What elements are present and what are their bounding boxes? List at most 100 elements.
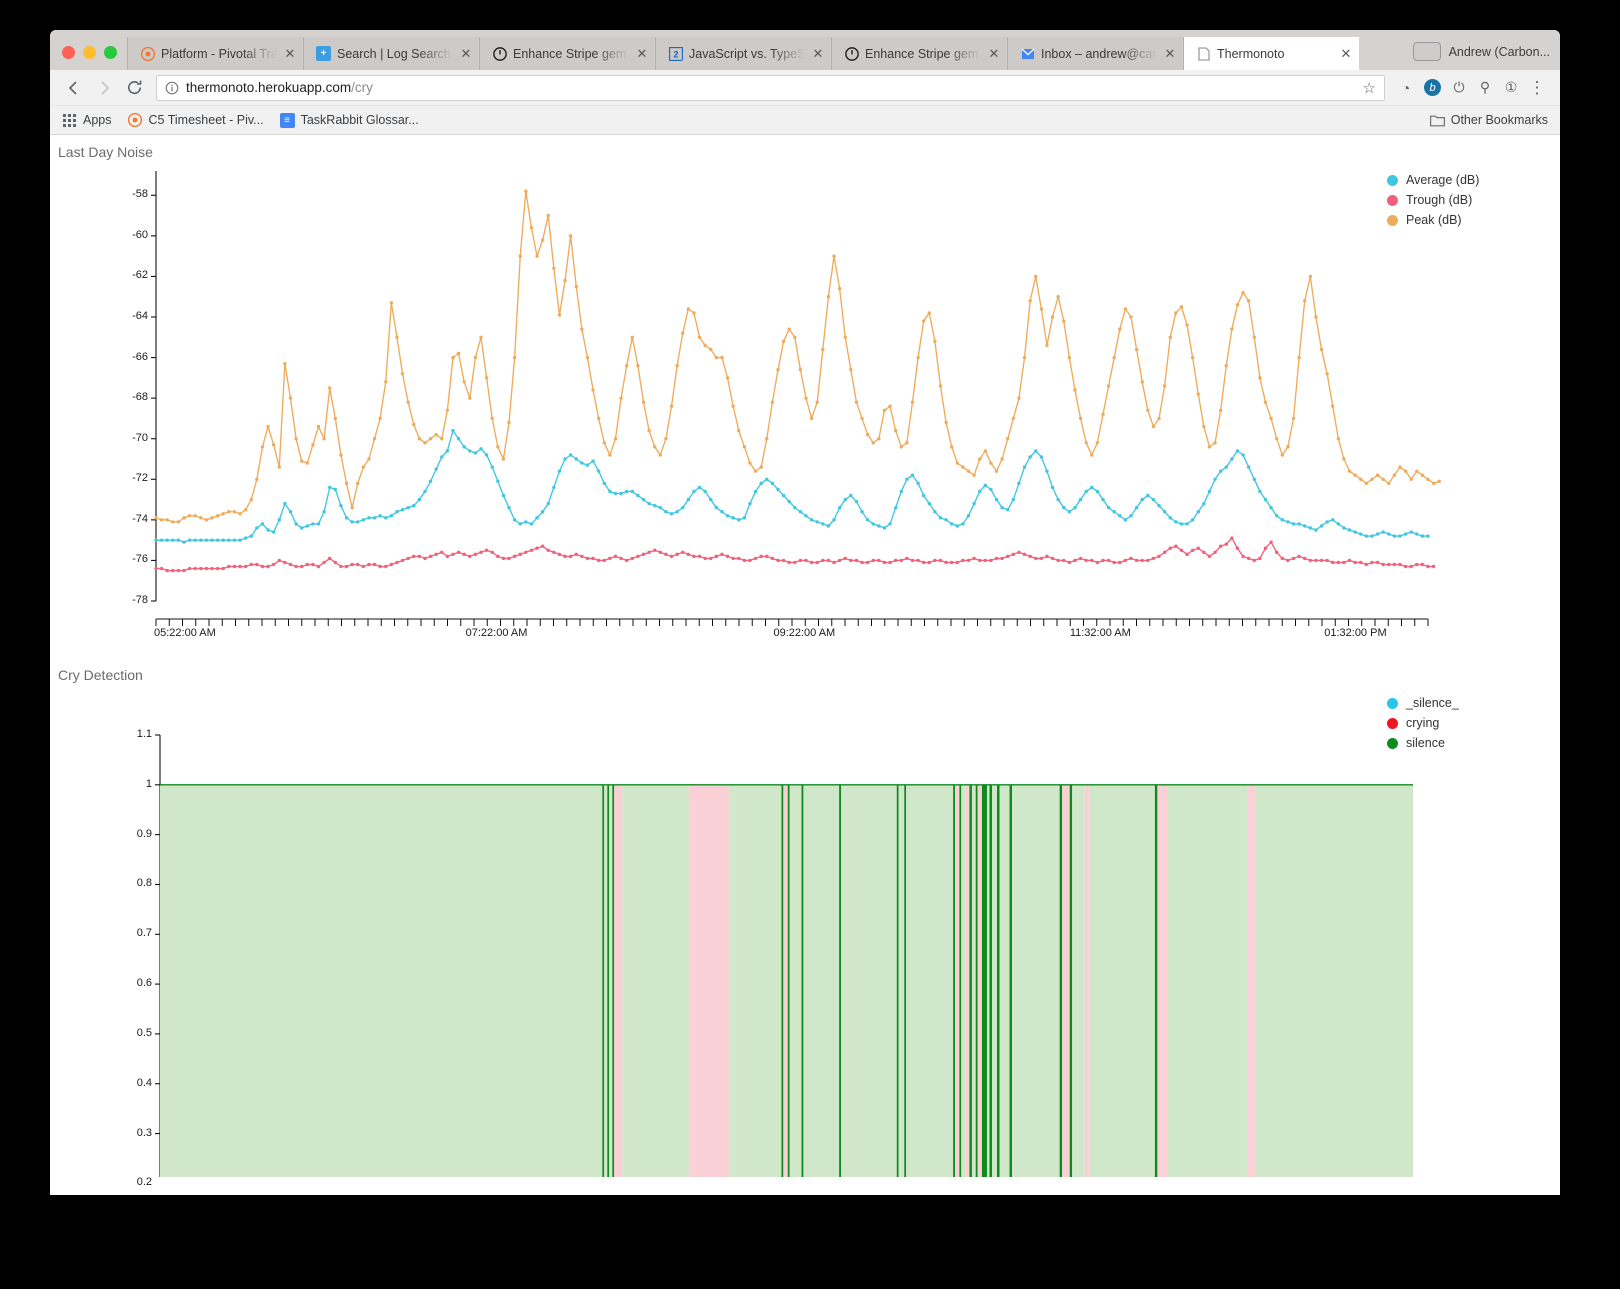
detection-band: [896, 784, 899, 1177]
chrome-menu-icon[interactable]: ⋮: [1524, 75, 1550, 101]
detection-band: [1154, 784, 1158, 1177]
profile-button[interactable]: Andrew (Carbon...: [1403, 42, 1560, 70]
x-axis-tick-label: 07:22:00 AM: [465, 627, 528, 639]
tab-title: Platform - Pivotal Trac: [161, 46, 277, 61]
y-axis-tick-label: 0.6: [136, 977, 152, 990]
maximize-window-button[interactable]: [104, 46, 117, 59]
detection-band: [1059, 784, 1063, 1177]
url-text: thermonoto.herokuapp.com/cry: [186, 80, 1356, 95]
tab-close-icon[interactable]: ✕: [1339, 47, 1353, 61]
detection-band: [614, 784, 623, 1177]
y-axis-tick-label: 1.1: [136, 728, 152, 740]
y-axis-tick-label: 0.7: [136, 927, 152, 940]
detection-band: [961, 784, 966, 1177]
detection-band: [1072, 784, 1085, 1177]
y-axis-tick-label: -74: [132, 512, 148, 525]
reload-button[interactable]: [120, 74, 148, 102]
detection-band: [977, 784, 982, 1177]
detection-band: [728, 784, 782, 1177]
detection-band: [789, 784, 802, 1177]
y-axis-tick-label: -66: [132, 350, 148, 363]
detection-band: [841, 784, 897, 1177]
bitly-extension-icon[interactable]: b: [1424, 79, 1441, 96]
bookmark-label: C5 Timesheet - Piv...: [148, 113, 264, 127]
tab-title: Enhance Stripe gem to: [865, 46, 981, 61]
svg-text:2: 2: [673, 49, 678, 59]
detection-band: [955, 784, 960, 1177]
y-axis-tick-label: -70: [132, 431, 148, 444]
browser-tab[interactable]: Inbox – andrew@carbo ✕: [1007, 37, 1183, 70]
close-window-button[interactable]: [62, 46, 75, 59]
browser-tab[interactable]: Enhance Stripe gem to ✕: [831, 37, 1007, 70]
detection-band: [1089, 784, 1155, 1177]
detection-band: [839, 784, 842, 1177]
other-bookmarks-label: Other Bookmarks: [1450, 113, 1548, 127]
detection-band: [997, 784, 1000, 1177]
detection-band: [1247, 784, 1256, 1177]
y-axis-tick-label: -58: [132, 188, 148, 201]
pivotal-tracker-icon: [140, 46, 155, 61]
back-button[interactable]: [60, 74, 88, 102]
x-axis-tick-label: 11:32:00 AM: [1069, 627, 1131, 639]
github-check-icon: [844, 46, 859, 61]
bookmark-star-icon[interactable]: ☆: [1363, 79, 1376, 97]
detection-band: [969, 784, 972, 1177]
detection-band: [981, 784, 987, 1177]
power-extension-icon[interactable]: ⏻: [1446, 75, 1472, 101]
detection-band: [991, 784, 997, 1177]
tab-title: Thermonoto: [1217, 46, 1285, 61]
info-extension-icon[interactable]: ①: [1498, 75, 1524, 101]
detection-band: [1012, 784, 1060, 1177]
detection-band: [904, 784, 907, 1177]
detection-band: [160, 784, 603, 1177]
browser-tab[interactable]: Enhance Stripe gem to ✕: [479, 37, 655, 70]
tab-title: JavaScript vs. TypeScr: [689, 46, 805, 61]
forward-button[interactable]: [90, 74, 118, 102]
bookmark-label: TaskRabbit Glossar...: [300, 113, 419, 127]
y-axis-tick-label: 0.9: [136, 827, 152, 840]
y-axis-tick-label: -68: [132, 391, 148, 404]
page-content: Last Day Noise Average (dB) Trough (dB) Pe…: [50, 135, 1560, 1195]
avatar: [1412, 42, 1441, 61]
bookmark-item[interactable]: C5 Timesheet - Piv...: [128, 113, 264, 128]
detection-band: [803, 784, 840, 1177]
minimize-window-button[interactable]: [83, 46, 96, 59]
tab-close-icon[interactable]: ✕: [635, 47, 649, 61]
noise-chart: [151, 171, 1441, 626]
tab-close-icon[interactable]: ✕: [1163, 47, 1177, 61]
y-axis-tick-label: -62: [132, 269, 148, 282]
browser-tab[interactable]: 2 JavaScript vs. TypeScr ✕: [655, 37, 831, 70]
gmail-inbox-icon: [1020, 46, 1035, 61]
github-icon: [492, 46, 507, 61]
tab-close-icon[interactable]: ✕: [811, 47, 825, 61]
detection-band: [801, 784, 804, 1177]
tab-title: Enhance Stripe gem to: [513, 46, 629, 61]
y-axis-tick-label: -78: [132, 594, 148, 606]
tab-close-icon[interactable]: ✕: [283, 47, 297, 61]
detection-band: [622, 784, 689, 1177]
browser-toolbar: thermonoto.herokuapp.com/cry ☆ ◔ b ⏻ ⚲ ① ⋮: [50, 70, 1560, 106]
detection-band: [787, 784, 790, 1177]
browser-tab[interactable]: Thermonoto ✕: [1183, 37, 1359, 70]
browser-tab[interactable]: + Search | Log Search | S ✕: [303, 37, 479, 70]
folder-icon: [1429, 113, 1445, 128]
screencast-extension-icon[interactable]: ◔: [1393, 75, 1419, 101]
detection-band: [609, 784, 613, 1177]
x-axis-tick-label: 01:32:00 PM: [1324, 627, 1387, 639]
cry-chart: [155, 734, 1413, 1177]
address-bar[interactable]: thermonoto.herokuapp.com/cry ☆: [156, 74, 1385, 101]
y-axis-tick-label: 0.8: [136, 877, 152, 890]
bookmarks-bar: Apps C5 Timesheet - Piv... ≡ TaskRabbit Gl…: [50, 106, 1560, 135]
bookmark-item[interactable]: ≡ TaskRabbit Glossar...: [279, 112, 419, 128]
tab-close-icon[interactable]: ✕: [987, 47, 1001, 61]
cry-chart-title: Cry Detection: [58, 667, 143, 683]
apps-shortcut[interactable]: Apps: [62, 113, 112, 128]
detection-band: [783, 784, 788, 1177]
papertrail-icon: +: [316, 46, 331, 61]
detection-band: [688, 784, 729, 1177]
browser-tab[interactable]: Platform - Pivotal Trac ✕: [127, 37, 303, 70]
tab-close-icon[interactable]: ✕: [459, 47, 473, 61]
colorpicker-extension-icon[interactable]: ⚲: [1472, 75, 1498, 101]
site-info-icon[interactable]: [165, 81, 179, 95]
other-bookmarks-button[interactable]: Other Bookmarks: [1429, 113, 1548, 128]
